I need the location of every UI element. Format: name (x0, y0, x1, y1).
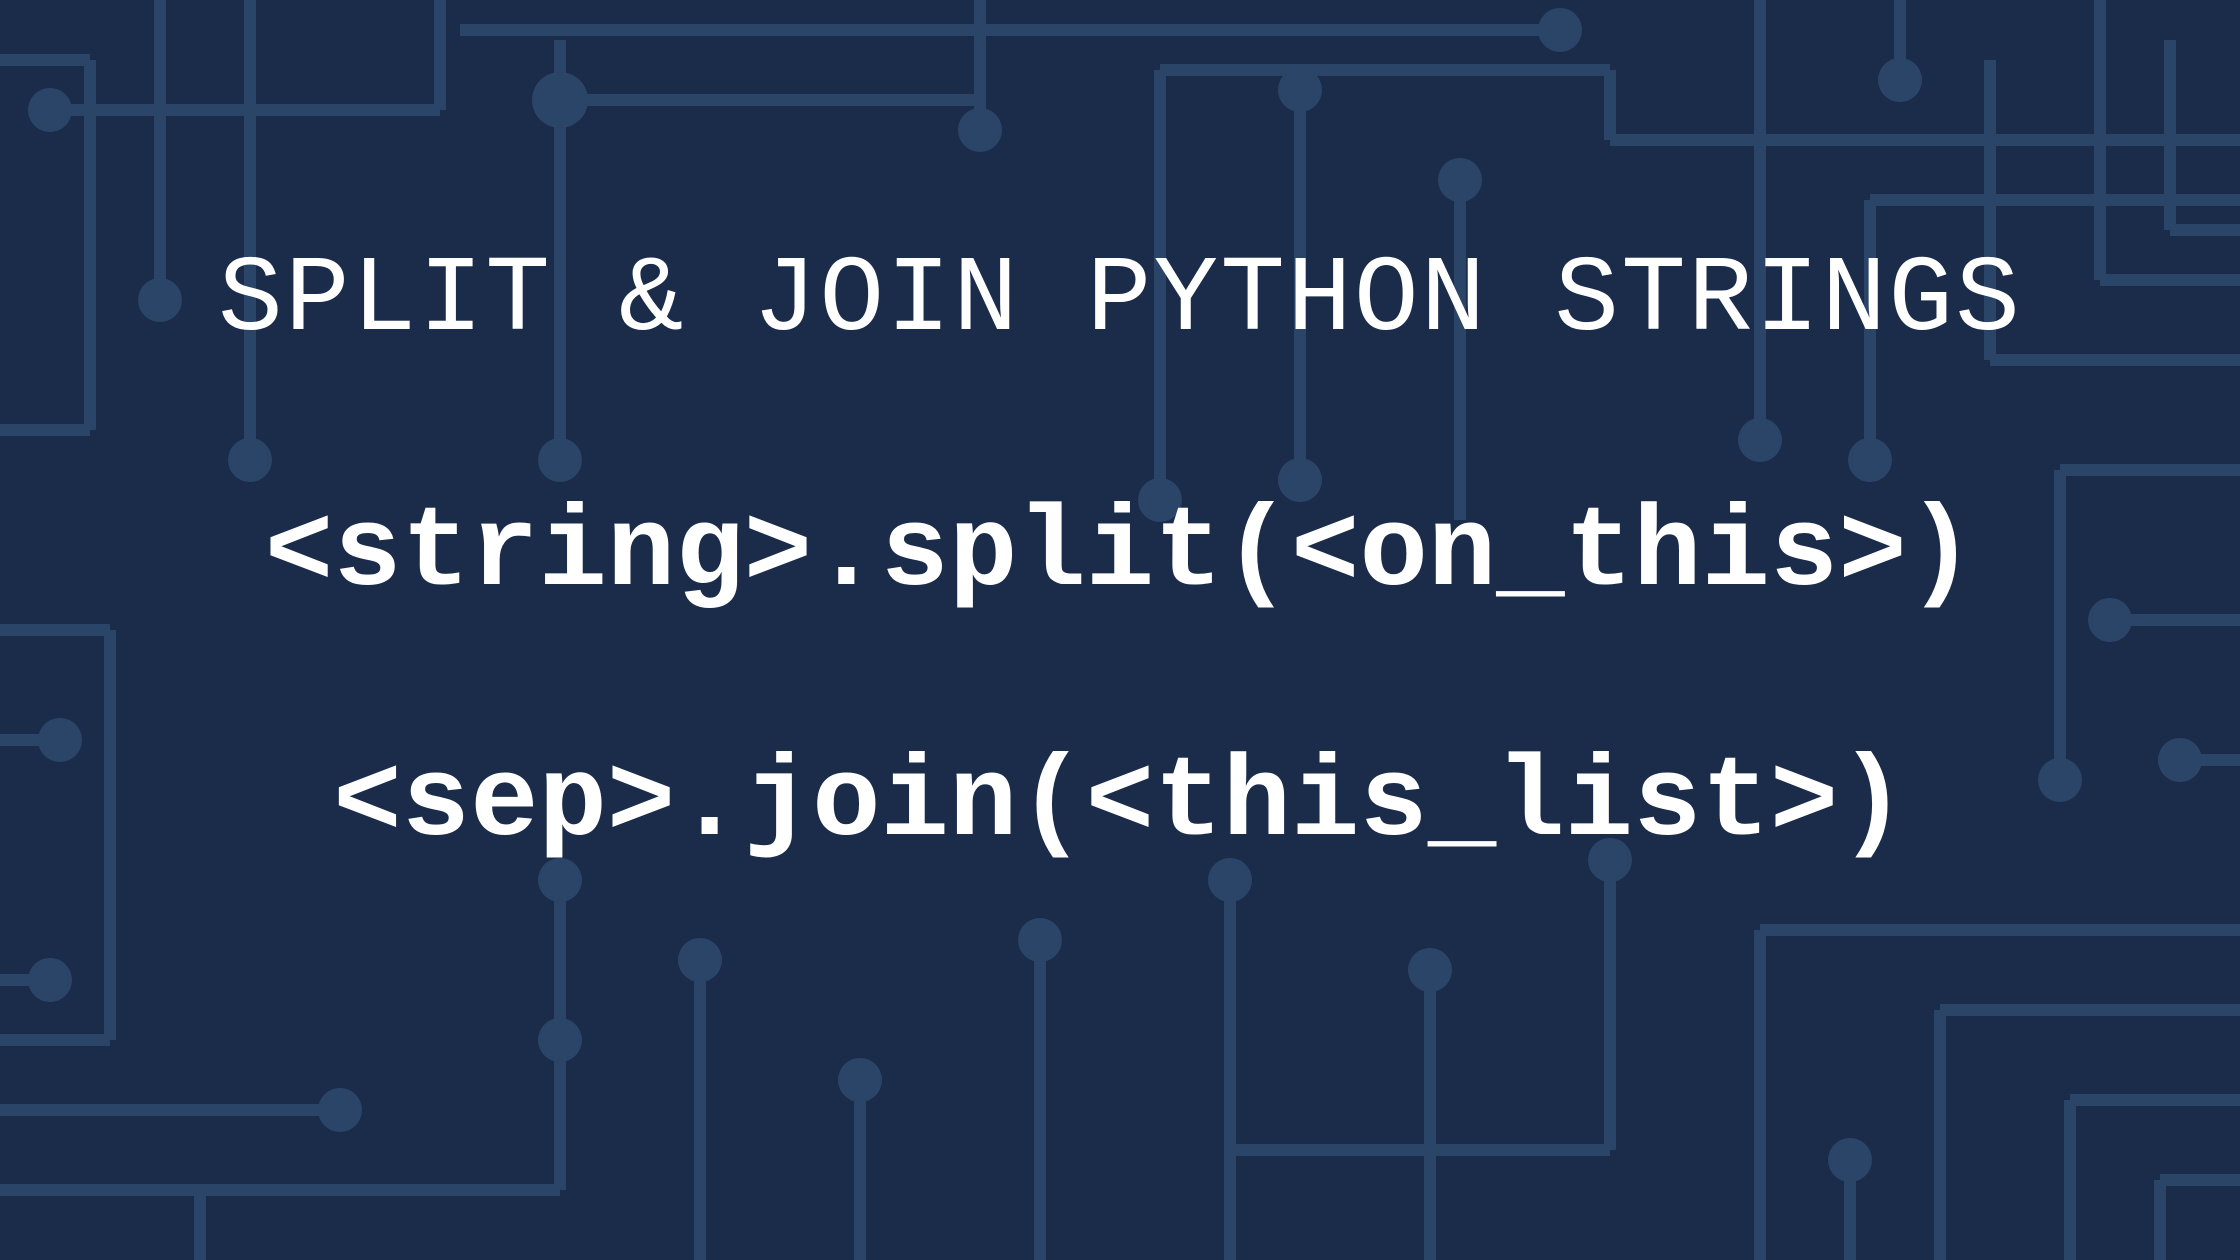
code-line-join: <sep>.join(<this_list>) (0, 740, 2240, 869)
slide: SPLIT & JOIN PYTHON STRINGS <string>.spl… (0, 0, 2240, 1260)
circuit-decoration (0, 0, 2240, 1260)
code-line-split: <string>.split(<on_this>) (0, 490, 2240, 619)
slide-title: SPLIT & JOIN PYTHON STRINGS (0, 240, 2240, 362)
